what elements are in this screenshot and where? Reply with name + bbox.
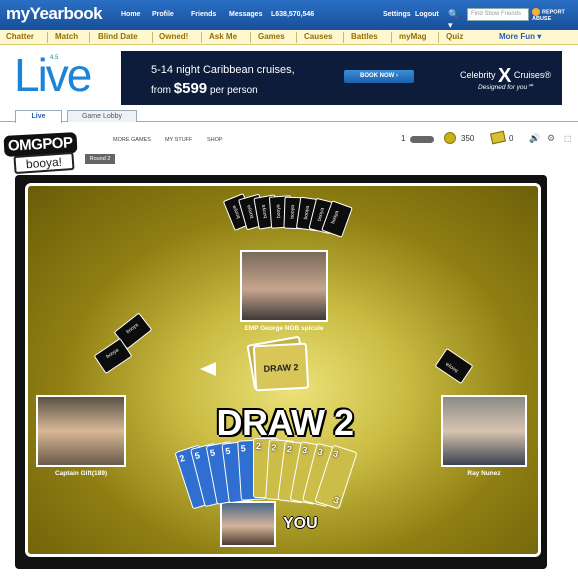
card-number: 5	[224, 445, 231, 456]
shop-link[interactable]: SHOP	[207, 137, 223, 143]
search-input[interactable]: Find Sbow Friends	[467, 8, 529, 21]
turn-direction-arrow-icon	[200, 362, 216, 376]
card-number: 2	[271, 442, 277, 453]
live-version: 4.5	[50, 55, 59, 61]
subnav-games[interactable]: Games	[258, 32, 285, 43]
subnav-mymag[interactable]: myMag	[399, 32, 427, 43]
more-fun-dropdown[interactable]: More Fun ▾	[499, 32, 541, 41]
player-avatar-top[interactable]	[240, 250, 328, 322]
ad-price: $599	[173, 80, 208, 97]
ad-brand-name: Celebrity	[460, 70, 496, 80]
subnav-divider	[152, 32, 153, 43]
gear-icon[interactable]: ⚙	[547, 133, 555, 144]
player-name-left: Captain Gift(189)	[54, 470, 107, 477]
card-number: 3	[316, 446, 324, 458]
subnav-divider	[438, 32, 439, 43]
live-logo: Live	[14, 49, 92, 101]
fullscreen-icon[interactable]: ⬚	[564, 134, 572, 143]
report-icon	[532, 8, 540, 16]
nav-settings[interactable]: Settings	[383, 11, 411, 18]
subnav-causes[interactable]: Causes	[304, 32, 332, 43]
subnav-chatter[interactable]: Chatter	[6, 32, 34, 43]
card-number: 3	[332, 494, 341, 506]
card-number: 5	[193, 450, 201, 462]
subnav-battles[interactable]: Battles	[351, 32, 378, 43]
round-badge: Round 2	[85, 154, 115, 164]
report-abuse-button[interactable]: REPORT ABUSE	[532, 8, 576, 24]
level-value: 1	[401, 134, 406, 143]
card-number: 2	[256, 441, 262, 451]
player-name-top: EMP George NOB spicule	[244, 325, 324, 332]
subnav-match[interactable]: Match	[55, 32, 78, 43]
book-now-button[interactable]: BOOK NOW ›	[344, 70, 414, 83]
coin-count: 350	[461, 134, 475, 143]
subnav-divider	[201, 32, 202, 43]
ad-per-person: per person	[209, 85, 258, 96]
ad-headline: 5-14 night Caribbean cruises,	[151, 64, 295, 76]
ad-from: from	[151, 85, 171, 96]
nav-profile[interactable]: Profile	[152, 11, 174, 18]
points-counter[interactable]: L638,570,546	[271, 11, 314, 18]
discard-pile-top-card: DRAW 2	[252, 342, 310, 392]
card-number: 3	[301, 444, 309, 456]
nav-messages[interactable]: Messages	[229, 11, 262, 18]
subnav-divider	[391, 32, 392, 43]
card-number: 2	[178, 452, 187, 464]
player-avatar-left[interactable]	[36, 395, 126, 467]
card-number: 3	[331, 448, 340, 460]
speaker-icon[interactable]: 🔊	[529, 133, 540, 144]
card-number: 5	[240, 443, 246, 454]
secondary-navigation	[0, 30, 578, 45]
subnav-owned[interactable]: Owned!	[159, 32, 188, 43]
subnav-divider	[250, 32, 251, 43]
ad-brand-suffix: Cruises®	[513, 70, 552, 80]
tab-game-lobby[interactable]: Game Lobby	[67, 110, 137, 122]
nav-home[interactable]: Home	[121, 11, 140, 18]
ad-tagline: Designed for you℠	[478, 84, 534, 91]
card-number: 2	[286, 443, 293, 455]
nav-friends[interactable]: Friends	[191, 11, 216, 18]
level-bar	[410, 136, 434, 143]
nav-logout[interactable]: Logout	[415, 11, 439, 18]
search-icon[interactable]: 🔍▾	[448, 9, 462, 30]
subnav-divider	[89, 32, 90, 43]
subnav-divider	[47, 32, 48, 43]
ticket-count: 0	[509, 134, 514, 143]
subnav-divider	[343, 32, 344, 43]
my-stuff-link[interactable]: MY STUFF	[165, 137, 192, 143]
subnav-divider	[296, 32, 297, 43]
you-label: YOU	[283, 515, 318, 532]
player-avatar-self[interactable]	[220, 501, 276, 547]
more-games-link[interactable]: MORE GAMES	[113, 137, 151, 143]
tab-live[interactable]: Live	[15, 110, 62, 123]
card-number: 5	[209, 447, 216, 459]
subnav-ask-me[interactable]: Ask Me	[209, 32, 237, 43]
subnav-quiz[interactable]: Quiz	[446, 32, 463, 43]
coin-icon	[444, 132, 456, 144]
draw-two-banner: DRAW 2	[216, 402, 354, 443]
site-logo[interactable]: myYearbook	[6, 4, 103, 24]
player-avatar-right[interactable]	[441, 395, 527, 467]
ad-price-line: from $599 per person	[151, 80, 258, 97]
player-name-right: Ray Nunez	[467, 470, 501, 477]
subnav-blind-date[interactable]: Blind Date	[98, 32, 138, 43]
